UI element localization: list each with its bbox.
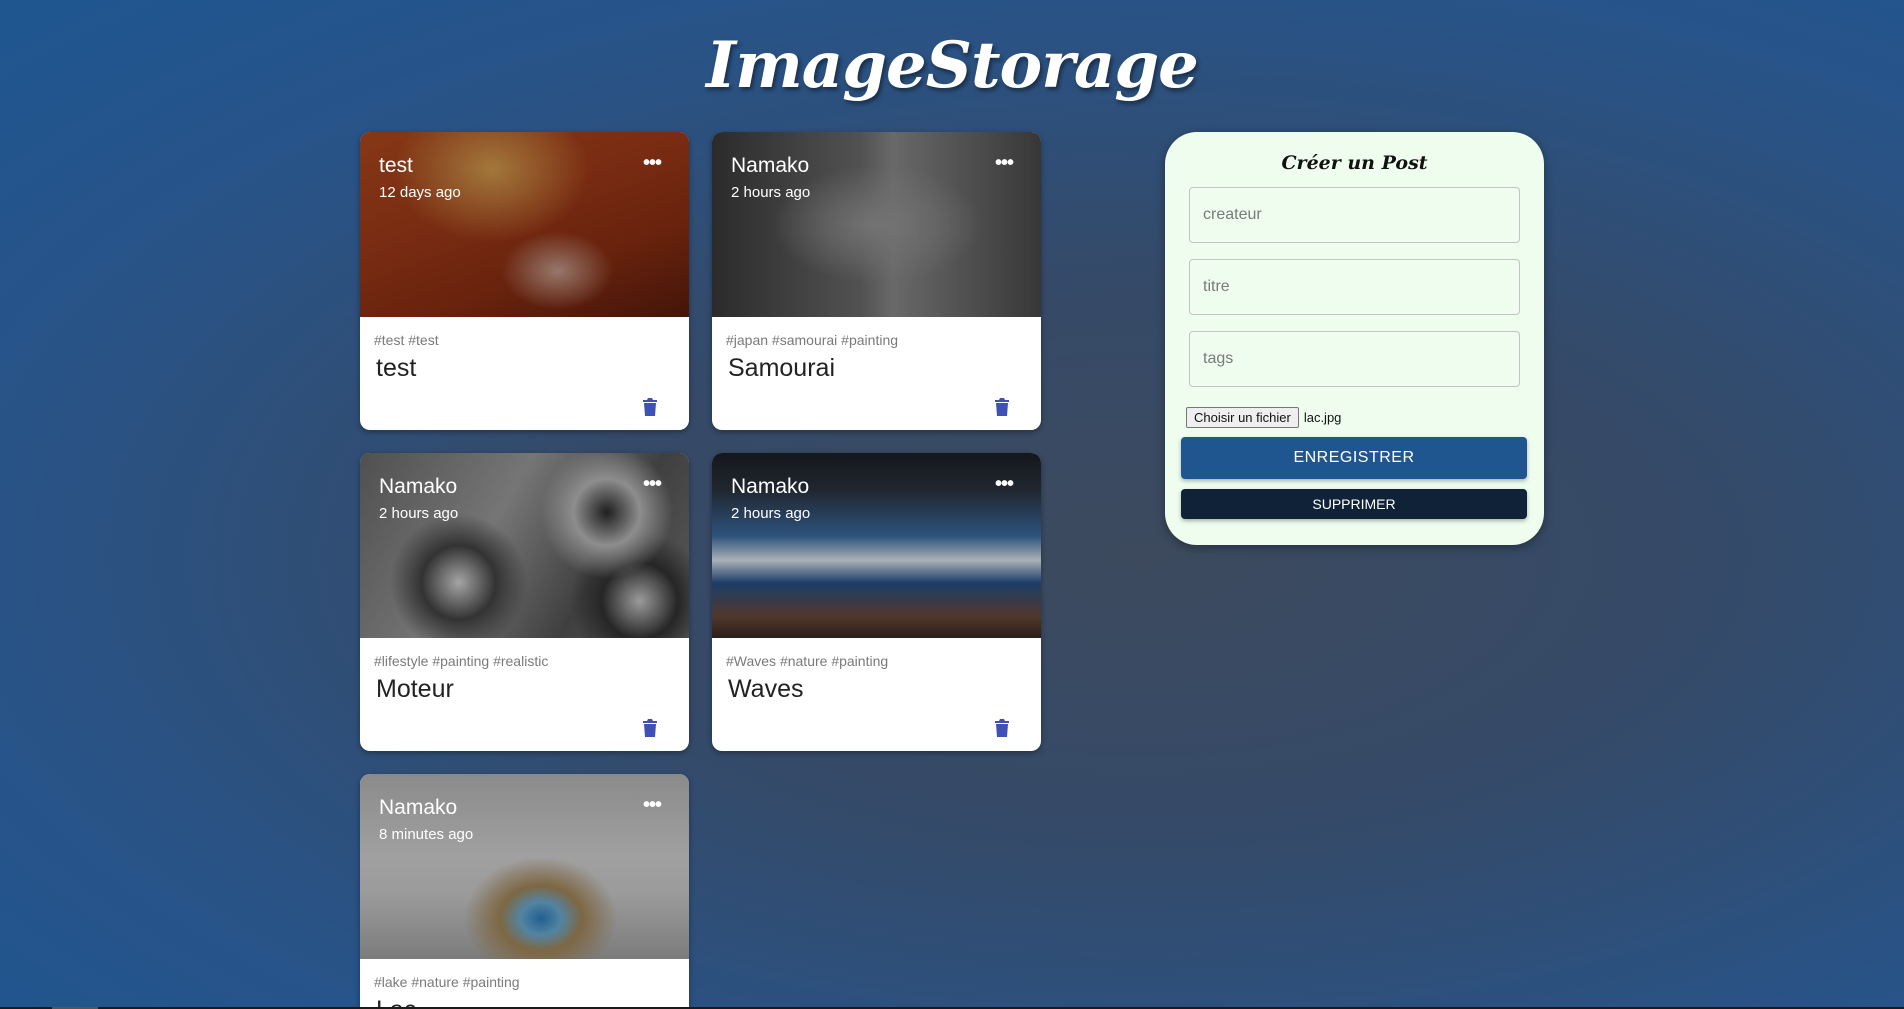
- app-title: ImageStorage: [706, 28, 1199, 103]
- tags-input[interactable]: [1189, 331, 1520, 387]
- form-heading: Créer un Post: [1281, 152, 1428, 174]
- post-title: Lac: [376, 996, 416, 1007]
- more-options-icon[interactable]: •••: [995, 152, 1014, 175]
- post-tags: #Waves #nature #painting: [726, 653, 889, 669]
- more-options-icon[interactable]: •••: [995, 473, 1014, 496]
- post-card: test 12 days ago ••• #test #test test: [360, 132, 689, 430]
- post-tags: #japan #samourai #painting: [726, 332, 899, 348]
- delete-icon[interactable]: [643, 719, 657, 737]
- post-time: 12 days ago: [379, 184, 461, 201]
- post-title: Moteur: [376, 675, 454, 703]
- choose-file-button[interactable]: Choisir un fichier: [1186, 406, 1299, 428]
- post-time: 8 minutes ago: [379, 826, 474, 843]
- post-creator: test: [379, 154, 413, 177]
- file-picker: Choisir un fichier lac.jpg: [1186, 406, 1341, 428]
- create-post-form: Créer un Post Choisir un fichier lac.jpg…: [1165, 132, 1544, 545]
- delete-icon[interactable]: [995, 719, 1009, 737]
- delete-icon[interactable]: [643, 398, 657, 416]
- post-card: Namako 2 hours ago ••• #japan #samourai …: [712, 132, 1041, 430]
- clear-button[interactable]: SUPPRIMER: [1181, 489, 1527, 519]
- post-title: test: [376, 354, 417, 382]
- more-options-icon[interactable]: •••: [643, 794, 662, 817]
- post-creator: Namako: [379, 796, 458, 819]
- post-creator: Namako: [731, 154, 810, 177]
- post-title: Waves: [728, 675, 804, 703]
- post-card: Namako 2 hours ago ••• #Waves #nature #p…: [712, 453, 1041, 751]
- post-tags: #test #test: [374, 332, 439, 348]
- post-card: Namako 2 hours ago ••• #lifestyle #paint…: [360, 453, 689, 751]
- post-time: 2 hours ago: [731, 184, 811, 201]
- post-time: 2 hours ago: [379, 505, 459, 522]
- delete-icon[interactable]: [995, 398, 1009, 416]
- post-title: Samourai: [728, 354, 835, 382]
- creator-input[interactable]: [1189, 187, 1520, 243]
- save-button[interactable]: ENREGISTRER: [1181, 437, 1527, 479]
- more-options-icon[interactable]: •••: [643, 473, 662, 496]
- post-tags: #lifestyle #painting #realistic: [374, 653, 549, 669]
- post-tags: #lake #nature #painting: [374, 974, 520, 990]
- post-time: 2 hours ago: [731, 505, 811, 522]
- file-name: lac.jpg: [1303, 409, 1342, 425]
- post-card: Namako 8 minutes ago ••• #lake #nature #…: [360, 774, 689, 1007]
- post-creator: Namako: [379, 475, 458, 498]
- title-input[interactable]: [1189, 259, 1520, 315]
- more-options-icon[interactable]: •••: [643, 152, 662, 175]
- post-creator: Namako: [731, 475, 810, 498]
